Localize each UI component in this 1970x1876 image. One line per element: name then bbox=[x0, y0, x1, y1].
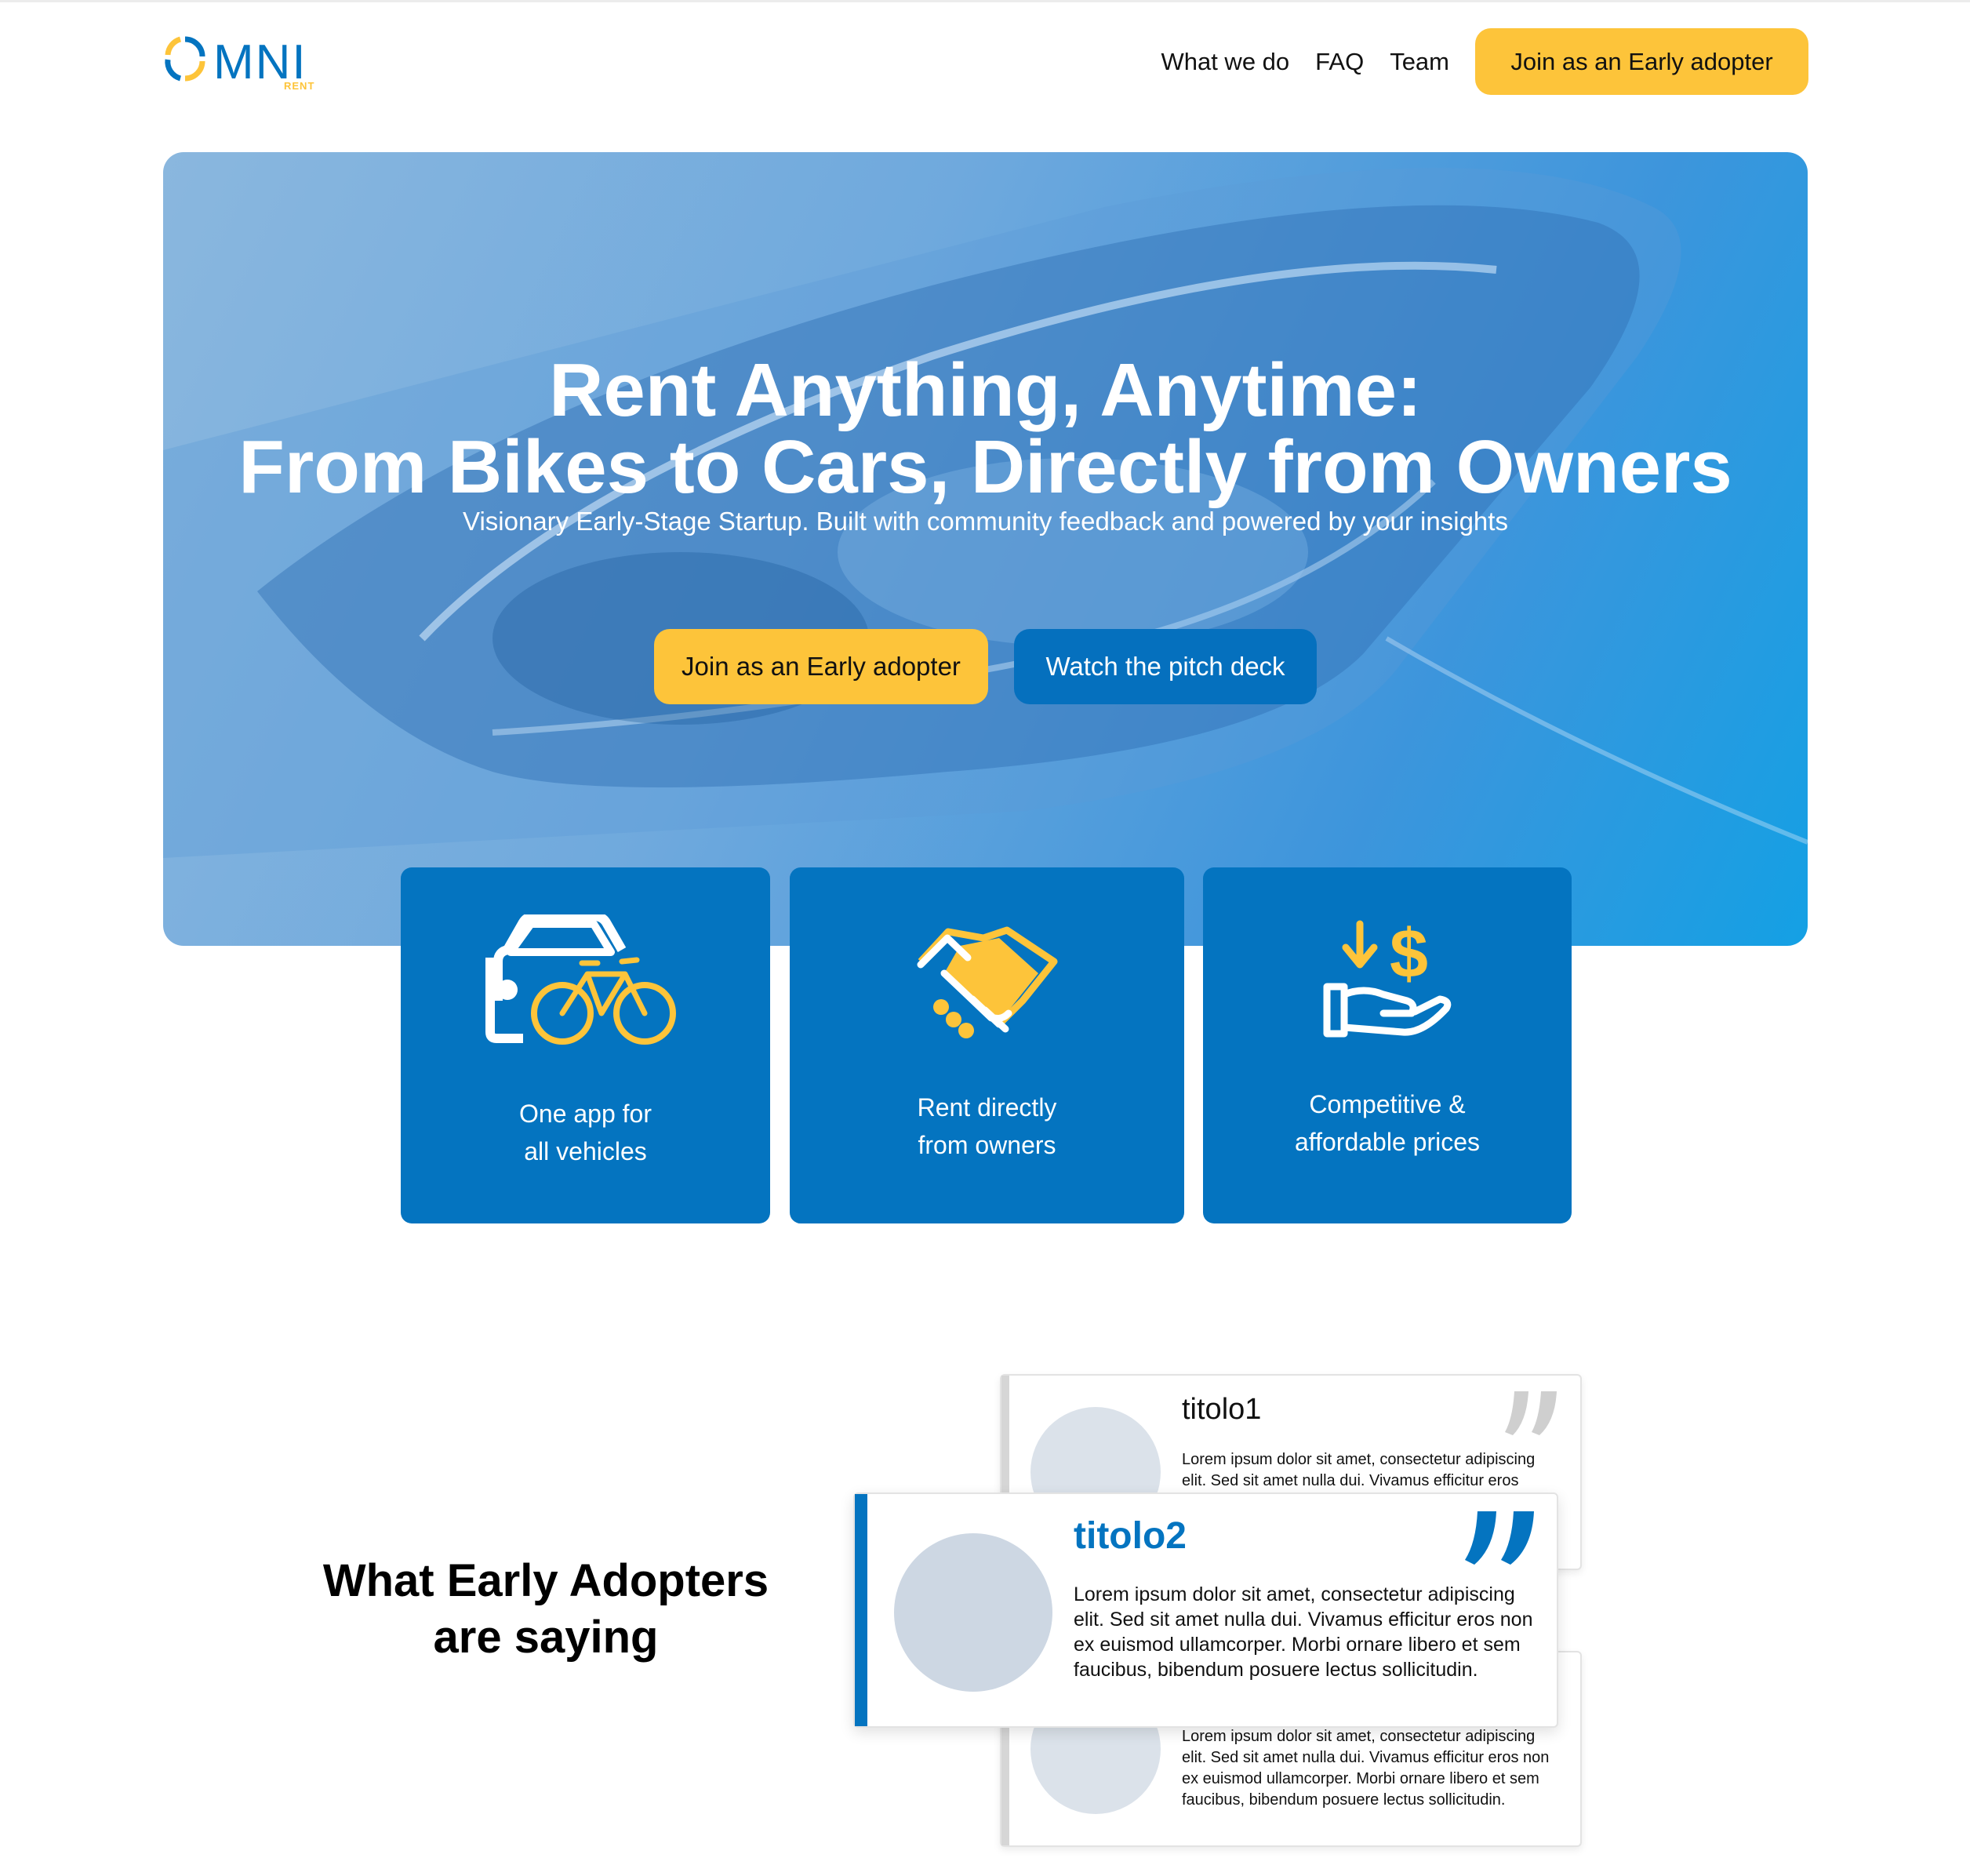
feature-label-line-2: all vehicles bbox=[524, 1137, 647, 1165]
feature-label: One app for all vehicles bbox=[401, 1095, 770, 1170]
feature-label-line-1: One app for bbox=[519, 1100, 652, 1128]
handshake-icon bbox=[917, 926, 1057, 1038]
svg-text:$: $ bbox=[1390, 916, 1428, 992]
testimonial-text: Lorem ipsum dolor sit amet, consectetur … bbox=[1074, 1583, 1533, 1681]
feature-card-affordable-prices: $ Competitive & affordable prices bbox=[1203, 867, 1572, 1223]
join-early-adopter-button-nav[interactable]: Join as an Early adopter bbox=[1475, 28, 1808, 95]
feature-card-all-vehicles: One app for all vehicles bbox=[401, 867, 770, 1223]
join-early-adopter-button-hero[interactable]: Join as an Early adopter bbox=[654, 629, 988, 704]
nav-link-what-we-do[interactable]: What we do bbox=[1161, 48, 1289, 76]
car-bike-icon bbox=[485, 914, 676, 1045]
testimonial-card-2-active[interactable]: titolo2 Lorem ipsum dolor sit amet, cons… bbox=[853, 1492, 1558, 1728]
hero-title-line-1: Rent Anything, Anytime: bbox=[549, 348, 1422, 432]
feature-label: Competitive & affordable prices bbox=[1203, 1085, 1572, 1161]
feature-label: Rent directly from owners bbox=[790, 1089, 1184, 1164]
testimonial-text: Lorem ipsum dolor sit amet, consectetur … bbox=[1182, 1451, 1536, 1489]
feature-label-line-2: affordable prices bbox=[1295, 1128, 1480, 1156]
hero-title-line-2: From Bikes to Cars, Directly from Owners bbox=[238, 425, 1732, 509]
nav-link-team[interactable]: Team bbox=[1390, 48, 1449, 76]
testimonial-text: Lorem ipsum dolor sit amet, consectetur … bbox=[1182, 1728, 1550, 1809]
feature-label-line-2: from owners bbox=[918, 1131, 1056, 1159]
testimonial-title: titolo2 bbox=[1074, 1515, 1187, 1557]
omni-rent-logo[interactable]: MNI RENT bbox=[162, 30, 334, 93]
card-accent-bar bbox=[855, 1494, 867, 1726]
avatar bbox=[894, 1533, 1052, 1692]
feature-label-line-1: Rent directly bbox=[917, 1093, 1057, 1122]
testimonials-heading: What Early Adopters are saying bbox=[311, 1553, 781, 1666]
nav-link-faq[interactable]: FAQ bbox=[1315, 48, 1364, 76]
top-border bbox=[0, 0, 1970, 2]
price-hand-icon: $ bbox=[1323, 916, 1452, 1038]
testimonials-heading-line-2: are saying bbox=[433, 1612, 659, 1663]
feature-card-rent-from-owners: Rent directly from owners bbox=[790, 867, 1184, 1223]
logo-tagline: RENT bbox=[284, 80, 314, 92]
headlight-background-image bbox=[163, 168, 1808, 858]
watch-pitch-deck-button[interactable]: Watch the pitch deck bbox=[1014, 629, 1317, 704]
feature-label-line-1: Competitive & bbox=[1309, 1090, 1466, 1118]
hero-title: Rent Anything, Anytime: From Bikes to Ca… bbox=[163, 352, 1808, 506]
quote-icon bbox=[1505, 1391, 1557, 1435]
testimonial-title: titolo1 bbox=[1182, 1393, 1262, 1426]
testimonials-heading-line-1: What Early Adopters bbox=[322, 1555, 769, 1606]
top-nav: What we do FAQ Team Join as an Early ado… bbox=[1161, 28, 1808, 95]
hero-subtitle: Visionary Early-Stage Startup. Built wit… bbox=[463, 507, 1508, 536]
hero-banner: Rent Anything, Anytime: From Bikes to Ca… bbox=[163, 152, 1808, 946]
quote-icon bbox=[1465, 1511, 1534, 1565]
